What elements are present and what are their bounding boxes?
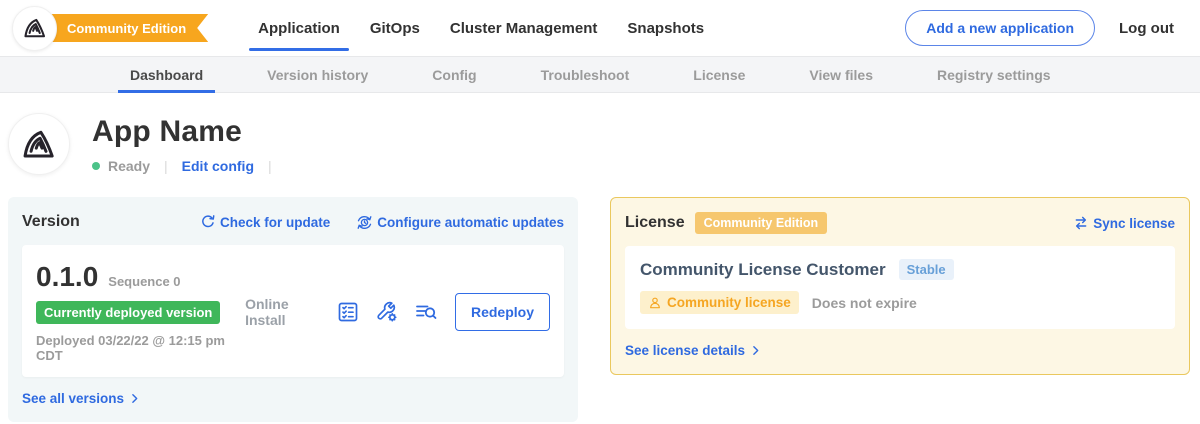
sync-license-link[interactable]: Sync license (1073, 215, 1175, 231)
expiry-text: Does not expire (812, 295, 917, 311)
version-icon-buttons (336, 300, 438, 324)
divider: | (268, 158, 272, 174)
deployed-timestamp: Deployed 03/22/22 @ 12:15 pm CDT (36, 333, 245, 363)
deploy-logs-icon[interactable] (414, 300, 438, 324)
logout-button[interactable]: Log out (1119, 20, 1174, 37)
dashboard-cards: Version Check for update (8, 197, 1190, 422)
license-type-row: Community license Does not expire (640, 291, 1160, 314)
version-card-actions: Check for update Configure automatic upd… (200, 214, 564, 231)
license-card: License Community Edition Sync license C… (610, 197, 1190, 375)
community-edition-badge: Community Edition (695, 212, 828, 234)
channel-badge: Stable (899, 259, 954, 280)
license-card-footer: See license details (625, 342, 1175, 360)
current-version-panel: 0.1.0 Sequence 0 Currently deployed vers… (22, 245, 564, 377)
version-card-title: Version (22, 213, 80, 231)
nav-item-snapshots[interactable]: Snapshots (627, 0, 704, 56)
sequence-label: Sequence 0 (108, 274, 180, 289)
see-all-versions-label: See all versions (22, 391, 124, 406)
currently-deployed-badge: Currently deployed version (36, 301, 220, 324)
install-type-label: Online Install (245, 296, 318, 328)
community-edition-ribbon: Community Edition (43, 14, 208, 42)
primary-nav: Application GitOps Cluster Management Sn… (258, 0, 704, 56)
version-card-header: Version Check for update (22, 213, 564, 231)
chevron-right-icon (749, 344, 762, 357)
license-customer-row: Community License Customer Stable (640, 259, 1160, 280)
ready-status-label: Ready (108, 158, 150, 174)
config-wrench-icon[interactable] (375, 300, 399, 324)
replicated-logo-icon (12, 6, 57, 51)
sync-license-label: Sync license (1093, 216, 1175, 231)
edit-config-link[interactable]: Edit config (182, 158, 254, 174)
app-header-text: App Name Ready | Edit config | (92, 115, 278, 174)
app-status-row: Ready | Edit config | (92, 158, 278, 174)
tab-registry-settings[interactable]: Registry settings (937, 57, 1051, 92)
nav-item-cluster-management[interactable]: Cluster Management (450, 0, 598, 56)
divider: | (164, 158, 168, 174)
app-header: App Name Ready | Edit config | (0, 93, 1200, 175)
admin-console-page: Community Edition Application GitOps Clu… (0, 0, 1200, 424)
license-card-title: License (625, 214, 685, 232)
tab-view-files[interactable]: View files (809, 57, 873, 92)
check-for-update-link[interactable]: Check for update (200, 214, 330, 231)
version-number: 0.1.0 (36, 261, 98, 293)
license-type-badge: Community license (640, 291, 799, 314)
person-icon (648, 296, 662, 310)
sync-arrows-icon (1073, 215, 1089, 231)
nav-item-gitops[interactable]: GitOps (370, 0, 420, 56)
version-card-footer: See all versions (22, 390, 564, 408)
brand-badge: Community Edition (12, 6, 208, 51)
configure-automatic-updates-label: Configure automatic updates (377, 215, 564, 230)
see-all-versions-link[interactable]: See all versions (22, 391, 141, 406)
version-number-row: 0.1.0 Sequence 0 (36, 261, 245, 293)
nav-item-application[interactable]: Application (258, 0, 340, 56)
see-license-details-link[interactable]: See license details (625, 343, 762, 358)
app-sub-nav: Dashboard Version history Config Trouble… (0, 56, 1200, 93)
configure-automatic-updates-link[interactable]: Configure automatic updates (356, 214, 564, 231)
redeploy-button[interactable]: Redeploy (455, 293, 550, 331)
auto-update-clock-icon (356, 214, 373, 231)
version-actions: Online Install (245, 293, 550, 331)
community-edition-ribbon-label: Community Edition (67, 21, 186, 36)
top-nav-bar: Community Edition Application GitOps Clu… (0, 0, 1200, 56)
tab-license[interactable]: License (693, 57, 745, 92)
license-details-panel: Community License Customer Stable Commun… (625, 246, 1175, 329)
refresh-icon (200, 214, 216, 230)
tab-version-history[interactable]: Version history (267, 57, 368, 92)
check-for-update-label: Check for update (220, 215, 330, 230)
preflight-checks-icon[interactable] (336, 300, 360, 324)
customer-name: Community License Customer (640, 260, 886, 280)
version-card: Version Check for update (8, 197, 578, 422)
license-type-label: Community license (667, 295, 791, 310)
license-card-header: License Community Edition Sync license (625, 212, 1175, 234)
add-new-application-button[interactable]: Add a new application (905, 10, 1095, 46)
chevron-right-icon (128, 392, 141, 405)
current-version-info: 0.1.0 Sequence 0 Currently deployed vers… (36, 261, 245, 363)
see-license-details-label: See license details (625, 343, 745, 358)
app-title: App Name (92, 115, 278, 149)
tab-troubleshoot[interactable]: Troubleshoot (541, 57, 630, 92)
tab-dashboard[interactable]: Dashboard (130, 57, 203, 92)
app-logo-icon (8, 113, 70, 175)
ready-status-dot (92, 162, 100, 170)
tab-config[interactable]: Config (432, 57, 476, 92)
